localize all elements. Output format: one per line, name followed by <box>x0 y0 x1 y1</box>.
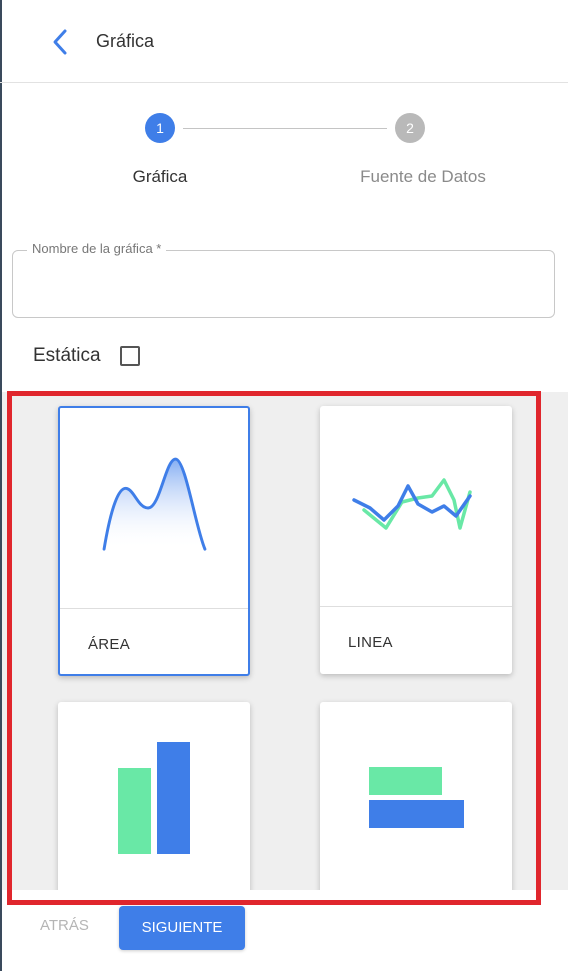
chart-name-input[interactable] <box>27 269 541 301</box>
horizontal-bar-chart-icon <box>369 767 464 828</box>
area-chart-icon <box>102 457 207 551</box>
step-1-indicator[interactable]: 1 <box>145 113 175 143</box>
chart-type-label-line: LINEA <box>348 634 393 651</box>
chart-type-card-area[interactable]: ÁREA <box>58 406 250 676</box>
chart-type-card-horizontal-bar[interactable] <box>320 702 512 890</box>
line-chart-icon <box>352 478 472 530</box>
chart-name-field[interactable]: Nombre de la gráfica * <box>12 241 555 318</box>
step-2-label: Fuente de Datos <box>360 167 486 186</box>
app-header: Gráfica <box>0 0 568 83</box>
static-checkbox-label: Estática <box>33 345 101 366</box>
chart-type-label-area: ÁREA <box>88 636 131 653</box>
back-button[interactable] <box>44 26 76 58</box>
step-2-indicator[interactable]: 2 <box>395 113 425 143</box>
step-1-label: Gráfica <box>132 167 188 186</box>
card-divider <box>320 606 512 607</box>
bar-chart-icon <box>118 742 190 854</box>
card-divider <box>60 608 248 609</box>
step-connector <box>183 128 387 129</box>
page-title: Gráfica <box>96 31 155 51</box>
chart-type-card-bar[interactable] <box>58 702 250 890</box>
chart-type-card-line[interactable]: LINEA <box>320 406 512 674</box>
chevron-left-icon <box>53 29 67 55</box>
chart-name-label: Nombre de la gráfica * <box>27 241 167 256</box>
next-button[interactable]: SIGUIENTE <box>119 906 245 950</box>
back-step-button[interactable]: ATRÁS <box>40 917 89 934</box>
static-checkbox[interactable] <box>120 346 140 366</box>
chart-type-gallery[interactable]: ÁREA LINEA <box>2 392 568 890</box>
